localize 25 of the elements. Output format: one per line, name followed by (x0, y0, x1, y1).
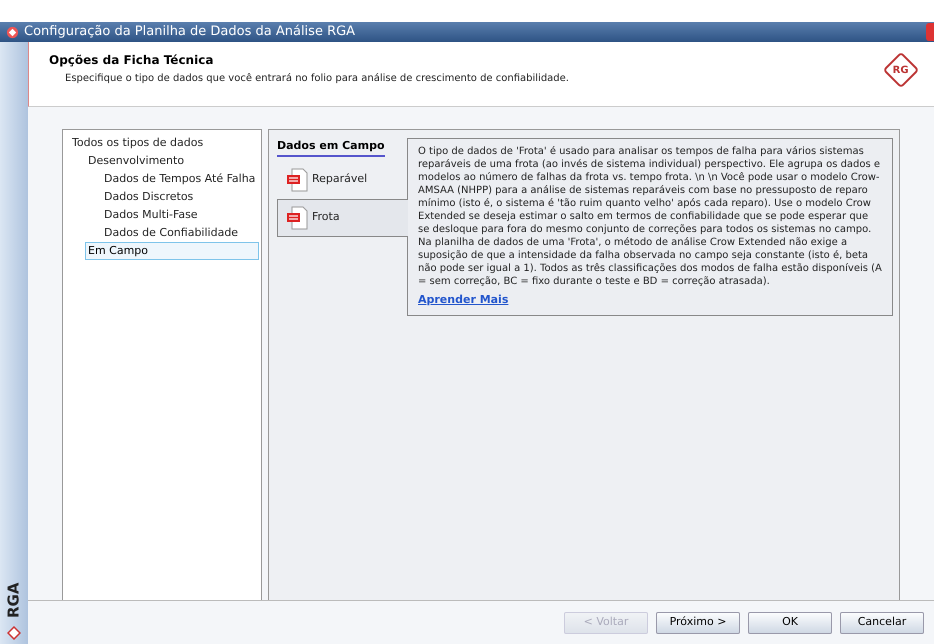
data-type-tab[interactable]: Reparável (277, 160, 407, 198)
data-type-tab[interactable]: Frota (277, 198, 408, 236)
logo-badge: RG (882, 52, 920, 88)
section-subtitle: Especifique o tipo de dados que você entrará no folio para análise de crescimento de confiabilidade. (64, 72, 570, 86)
section-title: Opções da Ficha Técnica (49, 52, 214, 69)
document-icon (286, 206, 308, 230)
document-icon (286, 168, 308, 192)
dialog-button[interactable]: Cancelar (840, 612, 924, 634)
tree-item[interactable]: Dados de Confiabilidade (101, 224, 259, 242)
panel-heading: Dados em Campo (277, 138, 385, 156)
app-icon (6, 26, 19, 38)
tree-item[interactable]: Dados Discretos (101, 188, 259, 206)
window-title: Configuração da Planilha de Dados da Análise RGA (24, 23, 356, 42)
logo-icon (7, 626, 21, 640)
tree-item[interactable]: Dados Multi-Fase (101, 206, 259, 224)
learn-more-link[interactable]: Aprender Mais (418, 292, 508, 308)
dialog-button[interactable]: OK (748, 612, 832, 634)
tree-item[interactable]: Todos os tipos de dados (69, 134, 259, 152)
dialog-button[interactable]: Próximo > (656, 612, 740, 634)
tree-item[interactable]: Desenvolvimento (85, 152, 259, 170)
close-button[interactable] (926, 23, 934, 41)
side-brand: RGA (4, 582, 24, 618)
tree-item[interactable]: Dados de Tempos Até Falha (101, 170, 259, 188)
description-text: O tipo de dados de 'Frota' é usado para analisar os tempos de falha para vários sistemas reparáveis de uma frota (ao invés de sistema individual) perspectivo. Ele agrupa os dados e modelos ao número de falhas da frota vs. tempo frota. \n \n Você pode usar o modelo Crow-AMSAA (NHPP) para a análise de sistemas reparáveis com base no pressuposto de reparo mínimo (isto é, o sistema é 'tão ruim quanto velho' após cada reparo). Use o modelo Crow Extended se deseja estimar o salto em termos de confiabilidade que se pode esperar que se desloque para fora do mesmo conjunto de correções para todos os sistemas no campo. Na planilha de dados de uma 'Frota', o método de análise Crow Extended não exige a suposição de que a intensidade da falha observada no campo seja constante (isto é, beta não pode ser igual a 1). Todos as três classificações dos modos de falha estão disponíveis (A = sem correção, BC = fixo durante o teste e BD = correção atrasada). (418, 145, 882, 288)
tree-item[interactable]: Em Campo (85, 242, 259, 260)
